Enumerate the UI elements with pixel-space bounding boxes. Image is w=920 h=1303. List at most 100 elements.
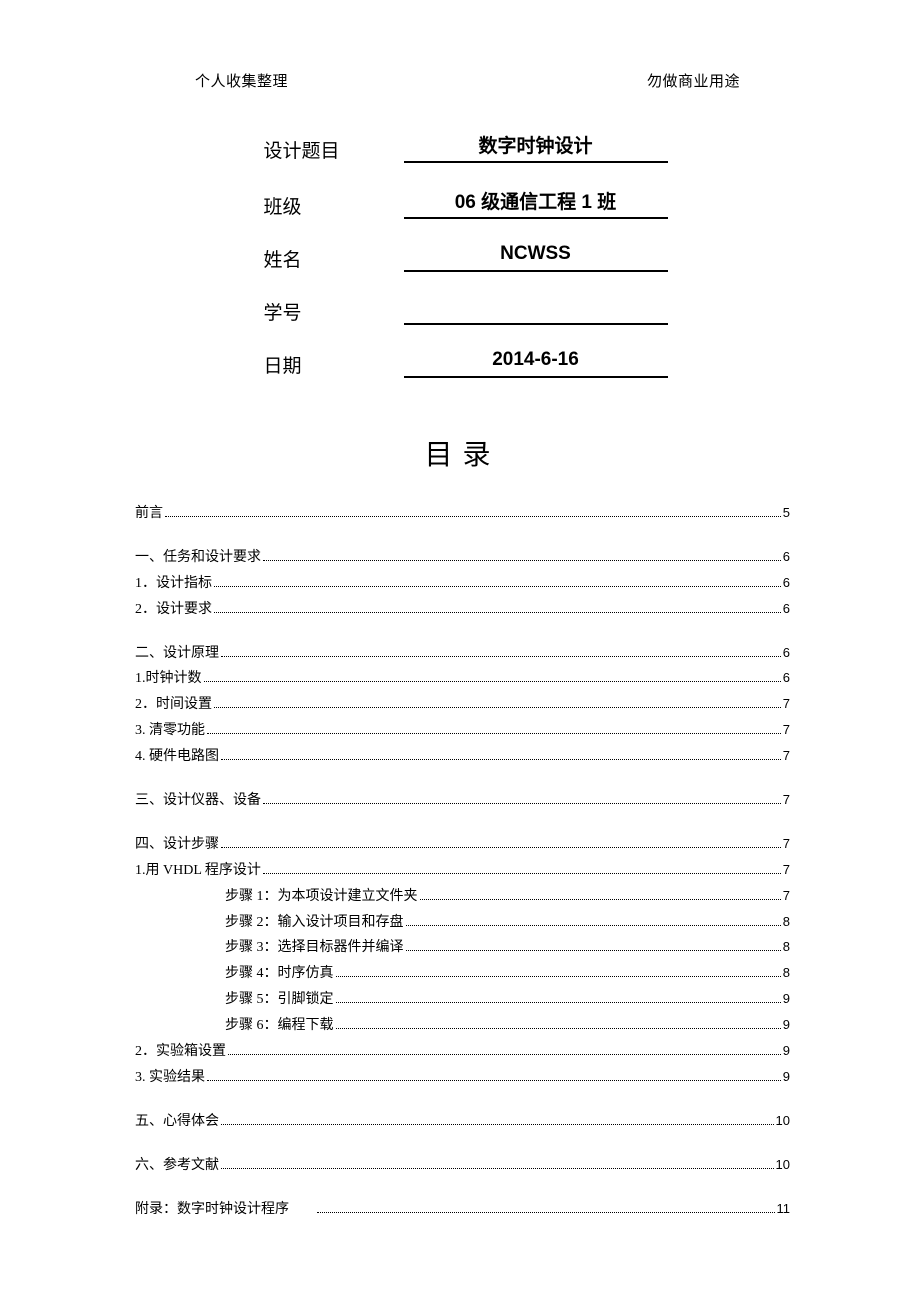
- toc-entry-page: 7: [783, 788, 790, 812]
- toc-entry: 六、参考文献10: [135, 1153, 790, 1179]
- toc-entry: 1．设计指标6: [135, 571, 790, 597]
- toc-entry-page: 6: [783, 571, 790, 595]
- toc-entry-text: 步骤 4：时序仿真: [225, 961, 334, 987]
- toc-entry: 步骤 2：输入设计项目和存盘 8: [135, 910, 790, 936]
- toc-entry-text: 1.时钟计数: [135, 666, 202, 692]
- toc-entry: 4. 硬件电路图 7: [135, 744, 790, 770]
- document-page: 个人收集整理 勿做商业用途 设计题目 数字时钟设计 班级 06 级通信工程 1 …: [0, 0, 920, 1282]
- info-value: 2014-6-16: [404, 349, 668, 378]
- toc-entry-text: 步骤 3：选择目标器件并编译: [225, 935, 404, 961]
- info-value: 06 级通信工程 1 班: [404, 187, 668, 219]
- toc-entry-text: 步骤 5：引脚锁定: [225, 987, 334, 1013]
- toc-entry-page: 10: [776, 1109, 790, 1133]
- toc-entry: 三、设计仪器、设备 7: [135, 788, 790, 814]
- toc-entry: 2．实验箱设置9: [135, 1039, 790, 1065]
- info-value: 数字时钟设计: [404, 131, 668, 163]
- toc-entry: 2．时间设置 7: [135, 692, 790, 718]
- toc-leader-dots: [207, 723, 781, 734]
- toc-entry-text: 附录：数字时钟设计程序: [135, 1197, 289, 1223]
- header-right: 勿做商业用途: [647, 70, 740, 91]
- toc-entry-text: 4. 硬件电路图: [135, 744, 219, 770]
- toc-entry-page: 6: [783, 641, 790, 665]
- info-row-id: 学号: [258, 296, 668, 325]
- toc-leader-dots: [165, 506, 781, 517]
- toc-leader-dots: [406, 941, 781, 952]
- toc-leader-dots: [317, 1202, 775, 1213]
- toc-entry: 2．设计要求6: [135, 597, 790, 623]
- toc-entry-page: 7: [783, 832, 790, 856]
- toc-entry-page: 9: [783, 987, 790, 1011]
- toc-entry-page: 7: [783, 858, 790, 882]
- toc-entry: 前言 5: [135, 501, 790, 527]
- info-label: 学号: [258, 298, 404, 325]
- toc-entry-text: 3. 清零功能: [135, 718, 205, 744]
- toc-leader-dots: [406, 915, 781, 926]
- info-label: 日期: [258, 351, 404, 378]
- toc-entry-text: 2．设计要求: [135, 597, 212, 623]
- toc-leader-dots: [336, 992, 781, 1003]
- toc-leader-dots: [263, 863, 781, 874]
- toc-entry-page: 8: [783, 910, 790, 934]
- cover-info-table: 设计题目 数字时钟设计 班级 06 级通信工程 1 班 姓名 NCWSS 学号 …: [258, 131, 668, 378]
- info-row-title: 设计题目 数字时钟设计: [258, 131, 668, 163]
- info-value: NCWSS: [404, 243, 668, 272]
- toc-leader-dots: [214, 602, 781, 613]
- toc-leader-dots: [221, 749, 781, 760]
- toc-entry: 步骤 5：引脚锁定 9: [135, 987, 790, 1013]
- toc-leader-dots: [221, 837, 781, 848]
- toc-leader-dots: [221, 1114, 774, 1125]
- toc-entry: 1.用 VHDL 程序设计 7: [135, 858, 790, 884]
- toc-leader-dots: [228, 1044, 781, 1055]
- table-of-contents: 前言5一、任务和设计要求61．设计指标62．设计要求6二、设计原理61.时钟计数…: [135, 501, 790, 1222]
- info-row-name: 姓名 NCWSS: [258, 243, 668, 272]
- toc-leader-dots: [221, 1158, 774, 1169]
- toc-entry-page: 7: [783, 744, 790, 768]
- toc-entry: 步骤 4：时序仿真8: [135, 961, 790, 987]
- toc-entry-page: 7: [783, 718, 790, 742]
- toc-entry: 五、心得体会10: [135, 1109, 790, 1135]
- header-left: 个人收集整理: [195, 70, 288, 91]
- toc-entry-text: 3. 实验结果: [135, 1065, 205, 1091]
- toc-entry: 二、设计原理6: [135, 641, 790, 667]
- toc-entry-text: 2．时间设置: [135, 692, 212, 718]
- toc-entry: 一、任务和设计要求6: [135, 545, 790, 571]
- info-row-date: 日期 2014-6-16: [258, 349, 668, 378]
- toc-entry-page: 9: [783, 1065, 790, 1089]
- toc-entry: 步骤 3：选择目标器件并编译 8: [135, 935, 790, 961]
- info-label: 姓名: [258, 245, 404, 272]
- toc-leader-dots: [336, 1018, 781, 1029]
- toc-entry: 3. 实验结果 9: [135, 1065, 790, 1091]
- toc-entry: 步骤 6：编程下载 9: [135, 1013, 790, 1039]
- toc-entry: 1.时钟计数 6: [135, 666, 790, 692]
- toc-leader-dots: [420, 889, 781, 900]
- toc-entry-page: 7: [783, 692, 790, 716]
- toc-leader-dots: [221, 646, 781, 657]
- toc-entry-text: 六、参考文献: [135, 1153, 219, 1179]
- toc-entry-text: 前言: [135, 501, 163, 527]
- toc-entry-text: 步骤 2：输入设计项目和存盘: [225, 910, 404, 936]
- toc-entry: 四、设计步骤 7: [135, 832, 790, 858]
- toc-entry-page: 8: [783, 935, 790, 959]
- toc-leader-dots: [214, 698, 781, 709]
- toc-entry-text: 四、设计步骤: [135, 832, 219, 858]
- toc-leader-dots: [336, 967, 781, 978]
- info-label: 设计题目: [258, 136, 404, 163]
- toc-entry-page: 7: [783, 884, 790, 908]
- toc-leader-dots: [263, 793, 781, 804]
- toc-entry-text: 1.用 VHDL 程序设计: [135, 858, 261, 884]
- toc-entry-text: 步骤 6：编程下载: [225, 1013, 334, 1039]
- info-label: 班级: [258, 192, 404, 219]
- toc-leader-dots: [207, 1070, 781, 1081]
- toc-entry-text: 步骤 1：为本项设计建立文件夹: [225, 884, 418, 910]
- toc-entry-text: 一、任务和设计要求: [135, 545, 261, 571]
- toc-leader-dots: [204, 672, 781, 683]
- toc-entry-page: 6: [783, 666, 790, 690]
- toc-entry: 3. 清零功能 7: [135, 718, 790, 744]
- toc-entry-text: 三、设计仪器、设备: [135, 788, 261, 814]
- toc-entry-page: 11: [777, 1197, 791, 1221]
- toc-entry-page: 9: [783, 1013, 790, 1037]
- toc-entry-page: 5: [783, 501, 790, 525]
- toc-entry-text: 2．实验箱设置: [135, 1039, 226, 1065]
- info-value: [404, 296, 668, 325]
- toc-entry: 步骤 1：为本项设计建立文件夹 7: [135, 884, 790, 910]
